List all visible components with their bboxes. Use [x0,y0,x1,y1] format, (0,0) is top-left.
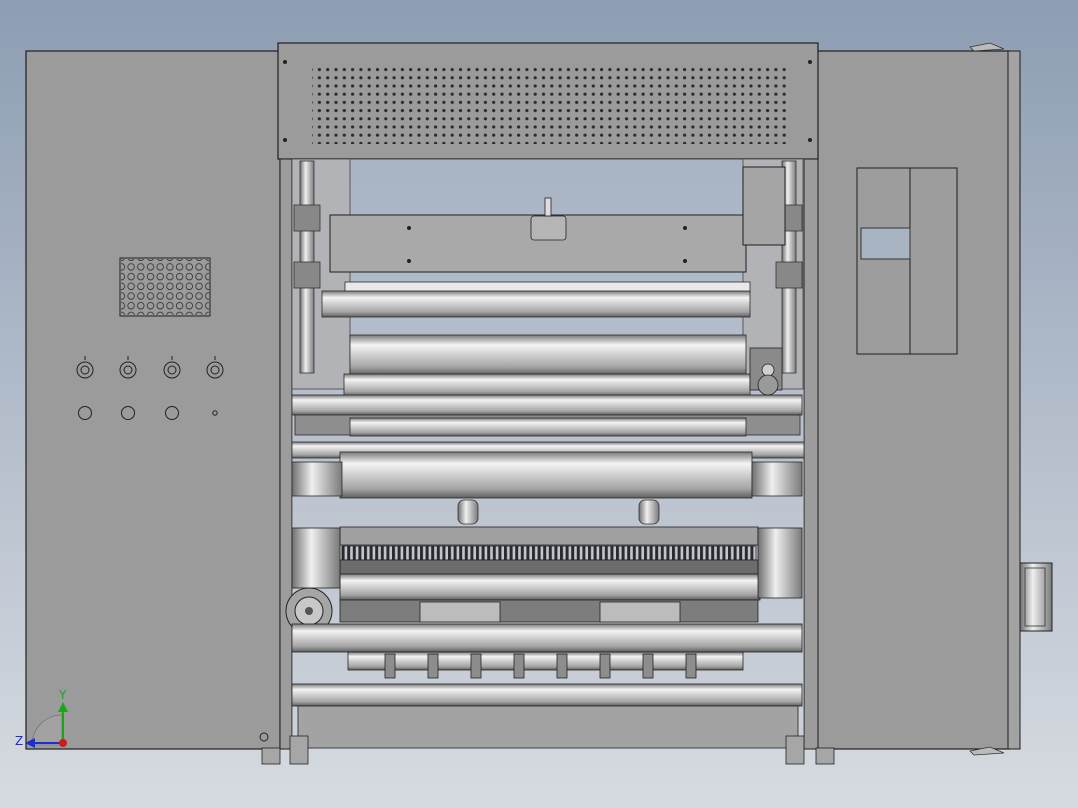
top-ventilation-cover [277,42,819,160]
roller-stack-upper [291,281,805,499]
right-side-bracket [749,347,783,396]
cad-viewport[interactable]: Y Z [0,0,1078,808]
slitting-knife-assembly [291,526,803,601]
sensor-box [742,166,786,246]
axis-y-label: Y [58,688,67,702]
hmi-screen-window [860,227,911,260]
axis-z-label: Z [15,734,23,748]
right-cabinet-panel [815,42,1053,756]
left-control-panel [25,50,281,750]
hmi-door [856,167,958,355]
